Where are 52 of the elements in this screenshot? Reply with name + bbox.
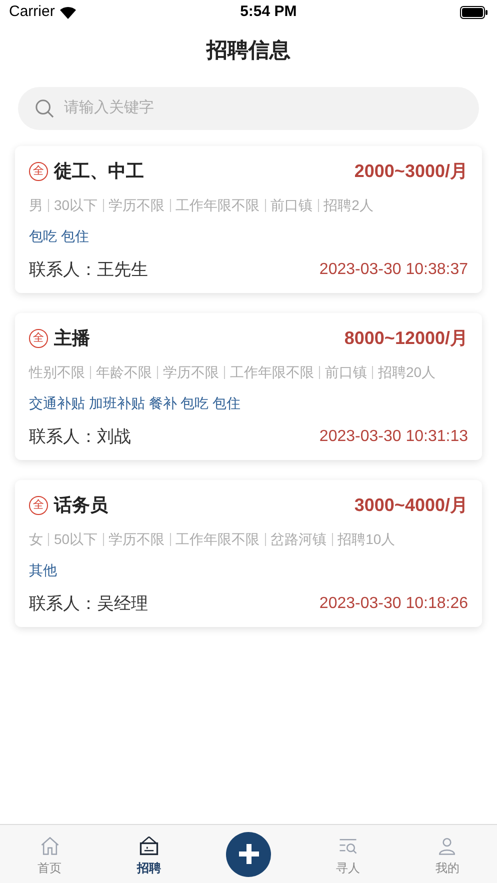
job-detail: 工作年限不限 bbox=[230, 363, 314, 382]
job-detail: 前口镇 bbox=[270, 196, 313, 215]
benefits-label: 交通补贴 加班补贴 餐补 包吃 包住 bbox=[29, 394, 242, 413]
job-detail: 30以下 bbox=[54, 196, 98, 215]
post-date: 2023-03-30 10:18:26 bbox=[319, 594, 468, 614]
post-date: 2023-03-30 10:31:13 bbox=[319, 426, 468, 447]
job-detail: 岔路河镇 bbox=[270, 530, 327, 549]
plus-icon bbox=[236, 842, 261, 866]
job-title: 话务员 bbox=[54, 494, 108, 517]
job-detail: 女 bbox=[29, 530, 43, 549]
job-card[interactable]: 全 徒工、中工 2000~3000/月 男 30以下 学历不限 工作年限不限 前口镇 招聘2人 包吃 包住 联系人：王先生 2023-03-30 10:38:37 bbox=[15, 146, 482, 293]
job-detail: 前口镇 bbox=[325, 363, 367, 382]
post-date: 2023-03-30 10:38:37 bbox=[319, 260, 468, 280]
search-icon bbox=[35, 99, 54, 118]
status-time: 5:54 PM bbox=[240, 2, 297, 22]
job-detail: 性别不限 bbox=[29, 363, 85, 382]
tab-item[interactable]: 招聘 bbox=[99, 831, 199, 877]
carrier-label: Carrier bbox=[9, 2, 55, 22]
hanging-sign-icon bbox=[138, 835, 160, 857]
add-button[interactable] bbox=[226, 832, 272, 876]
benefits-label: 包吃 包住 bbox=[29, 227, 90, 246]
job-detail: 学历不限 bbox=[108, 530, 165, 549]
job-title: 主播 bbox=[54, 327, 90, 350]
job-detail: 招聘20人 bbox=[378, 363, 436, 382]
search-field[interactable]: 请输入关键字 bbox=[18, 87, 479, 130]
job-detail: 学历不限 bbox=[163, 363, 219, 382]
home-icon bbox=[38, 835, 61, 857]
job-detail: 招聘2人 bbox=[324, 196, 374, 215]
badge-icon: 全 bbox=[29, 329, 48, 348]
contact-label: 联系人：王先生 bbox=[29, 259, 148, 281]
job-card[interactable]: 全 主播 8000~12000/月 性别不限 年龄不限 学历不限 工作年限不限 前口镇 招聘20人 交通补贴 加班补贴 餐补 包吃 包住 联系人：刘战 2023-03-30 10:31:13 bbox=[15, 313, 482, 460]
wifi-icon bbox=[58, 6, 77, 19]
salary-label: 8000~12000/月 bbox=[344, 327, 468, 350]
badge-icon: 全 bbox=[29, 496, 48, 515]
job-title: 徒工、中工 bbox=[54, 160, 144, 183]
contact-label: 联系人：吴经理 bbox=[29, 593, 148, 615]
badge-icon: 全 bbox=[29, 162, 48, 181]
page-title: 招聘信息 bbox=[205, 38, 292, 64]
job-detail: 工作年限不限 bbox=[176, 530, 260, 549]
job-detail: 男 bbox=[29, 196, 43, 215]
job-detail: 招聘10人 bbox=[338, 530, 396, 549]
job-card[interactable]: 全 话务员 3000~4000/月 女 50以下 学历不限 工作年限不限 岔路河镇 招聘10人 其他 联系人：吴经理 2023-03-30 10:18:26 bbox=[15, 480, 482, 627]
contact-label: 联系人：刘战 bbox=[29, 426, 131, 448]
salary-label: 2000~3000/月 bbox=[354, 160, 468, 183]
battery-icon bbox=[460, 6, 488, 19]
job-detail: 50以下 bbox=[54, 530, 98, 549]
salary-label: 3000~4000/月 bbox=[354, 494, 468, 517]
search-input[interactable]: 请输入关键字 bbox=[64, 97, 462, 120]
benefits-label: 其他 bbox=[29, 561, 58, 580]
job-detail: 工作年限不限 bbox=[176, 196, 260, 215]
job-detail: 学历不限 bbox=[108, 196, 165, 215]
job-detail: 年龄不限 bbox=[96, 363, 152, 382]
